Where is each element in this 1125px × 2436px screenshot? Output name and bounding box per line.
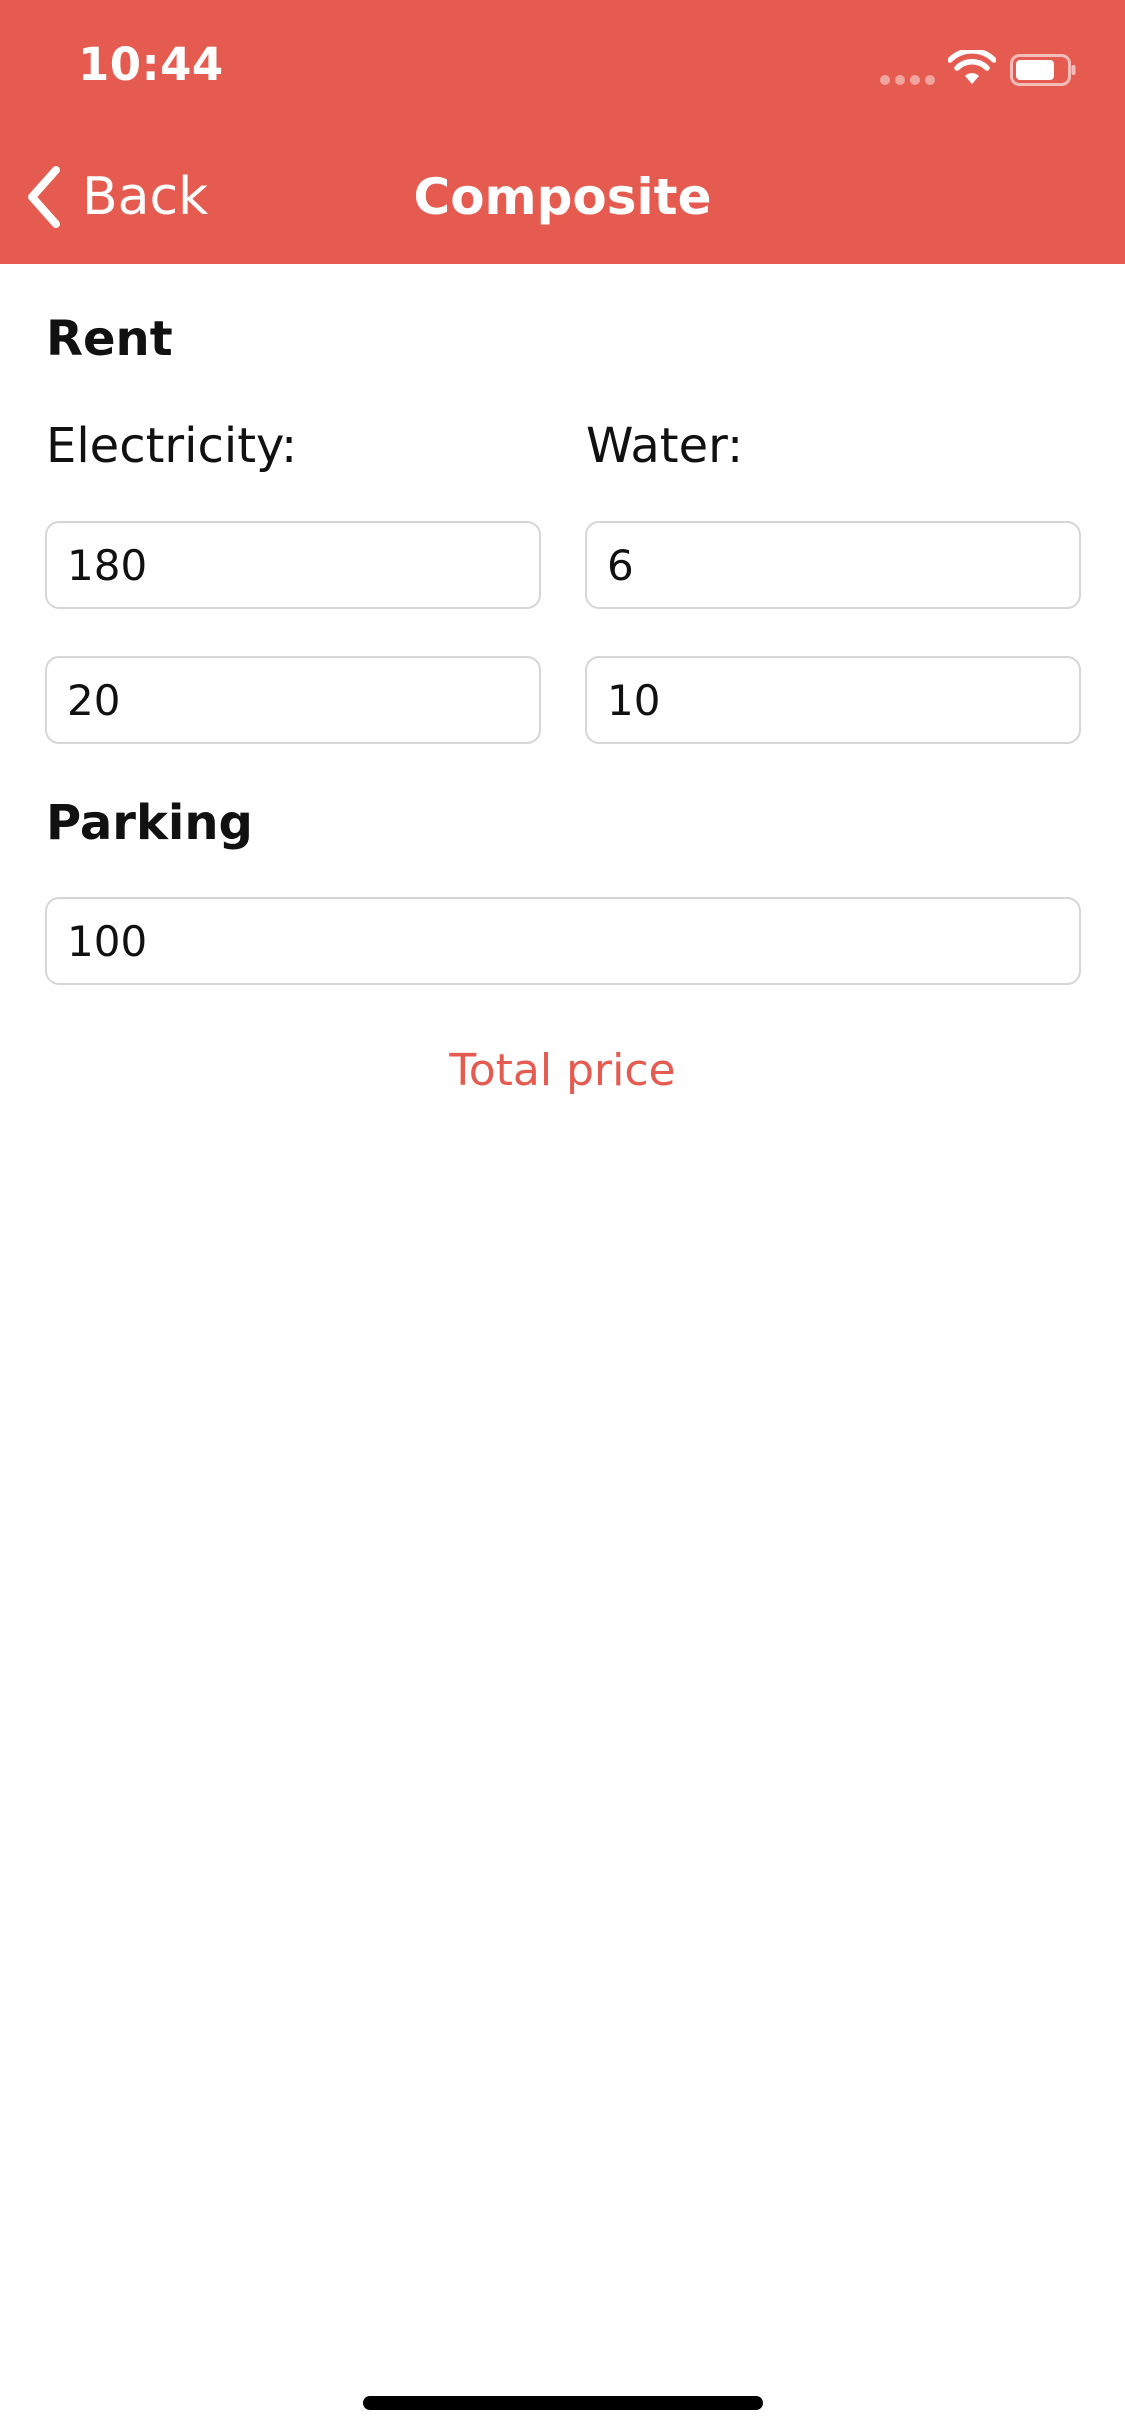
back-button-label: Back xyxy=(82,167,209,227)
chevron-left-icon xyxy=(28,166,60,228)
water-label: Water: xyxy=(586,418,744,474)
back-button[interactable]: Back xyxy=(24,162,208,232)
status-time: 10:44 xyxy=(78,38,224,91)
battery-icon xyxy=(1010,54,1076,86)
water-input-2[interactable] xyxy=(585,656,1081,744)
water-input-1[interactable] xyxy=(585,521,1081,609)
total-price-button[interactable]: Total price xyxy=(0,1045,1125,1096)
home-indicator[interactable] xyxy=(363,2396,763,2410)
parking-section-title: Parking xyxy=(46,795,253,851)
rent-section-title: Rent xyxy=(46,311,173,367)
navigation-header: 10:44 Back Composite xyxy=(0,0,1125,264)
electricity-label: Electricity: xyxy=(46,418,298,474)
parking-input[interactable] xyxy=(45,897,1081,985)
wifi-icon xyxy=(948,50,996,84)
electricity-input-2[interactable] xyxy=(45,656,541,744)
electricity-input-1[interactable] xyxy=(45,521,541,609)
cellular-signal-icon xyxy=(880,75,935,85)
